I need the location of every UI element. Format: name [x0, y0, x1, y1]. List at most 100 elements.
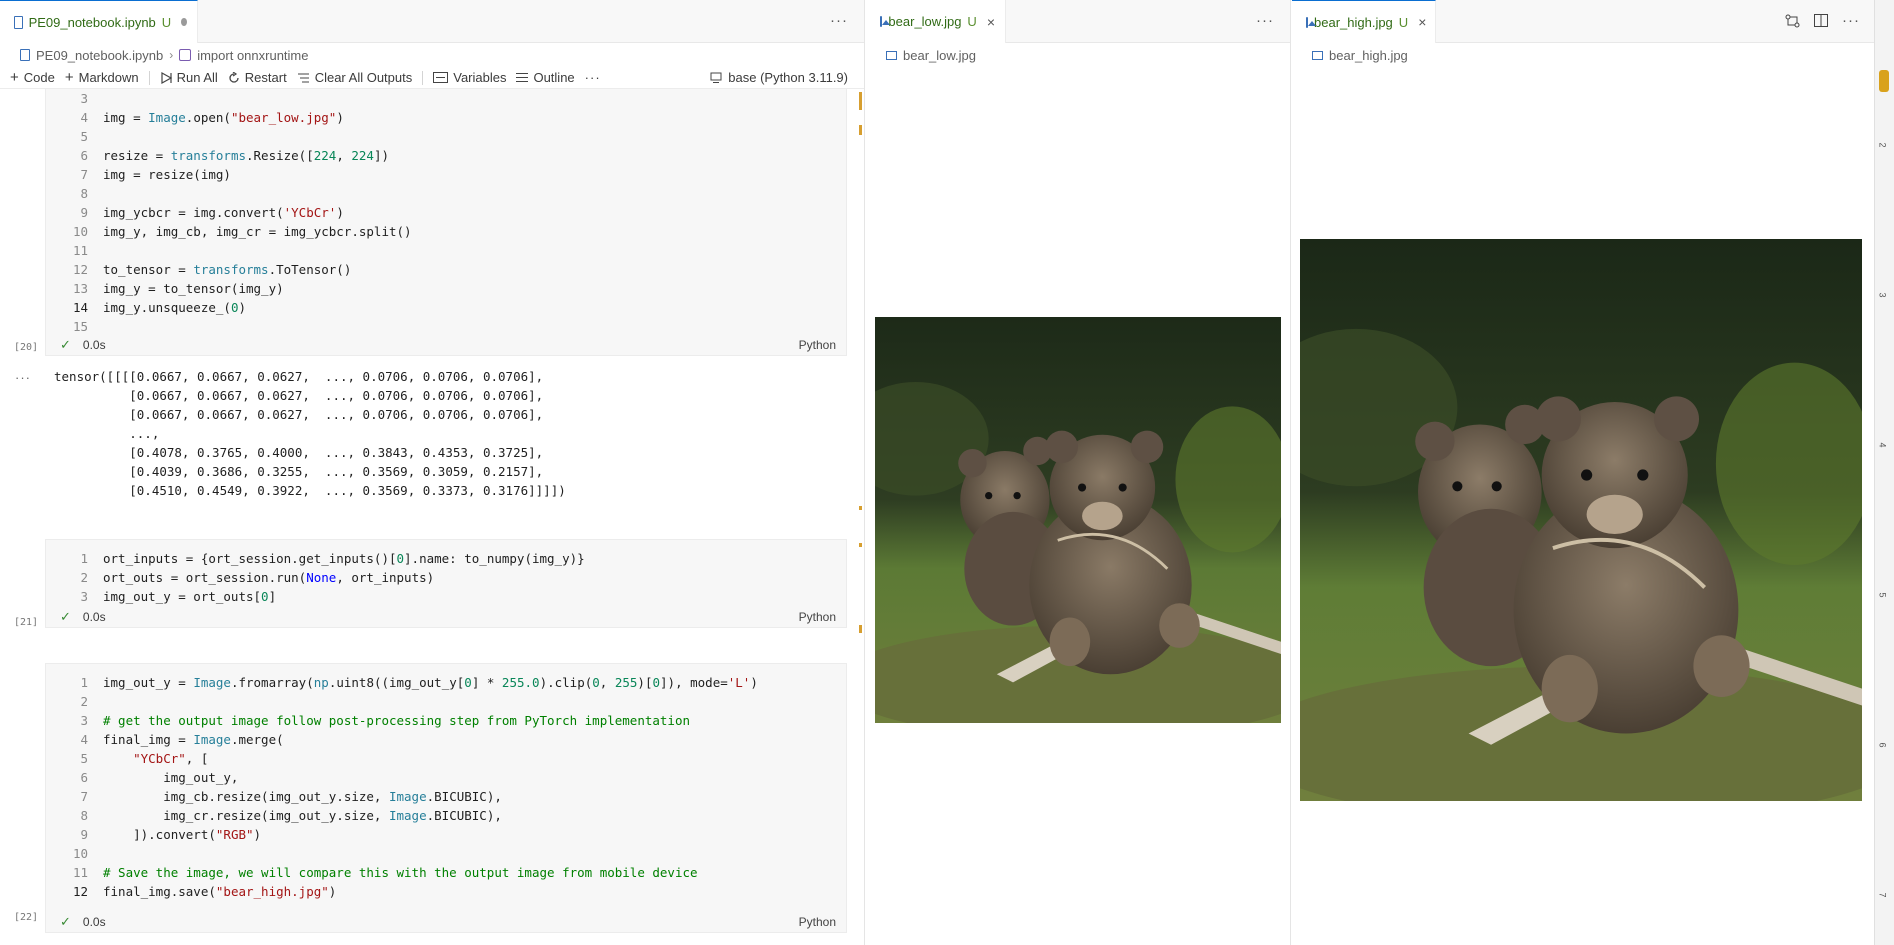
unsaved-dot-icon[interactable] — [181, 18, 187, 26]
code-line[interactable]: 7 img_cb.resize(img_out_y.size, Image.BI… — [46, 787, 846, 806]
code-line[interactable]: 5 — [46, 127, 846, 146]
tab-bear-high[interactable]: bear_high.jpg U × — [1292, 0, 1436, 43]
execution-count: [21] — [14, 617, 39, 628]
code-editor[interactable]: 3 4 img = Image.open("bear_low.jpg") 5 6 resi… — [46, 89, 846, 336]
output-line: tensor([[[[0.0667, 0.0667, 0.0627, ..., … — [54, 369, 544, 384]
variables-icon — [433, 72, 449, 83]
variables-button[interactable]: Variables — [433, 70, 506, 85]
vertical-scrollbar[interactable]: 2 3 4 5 6 7 — [1874, 0, 1894, 945]
ruler-mark — [859, 543, 862, 547]
code-editor[interactable]: 1 ort_inputs = {ort_session.get_inputs()[… — [46, 549, 846, 606]
line-number: 5 — [80, 751, 88, 766]
close-icon[interactable]: × — [1418, 14, 1426, 30]
code-line[interactable]: 11 — [46, 241, 846, 260]
code-line[interactable]: 11 # Save the image, we will compare this… — [46, 863, 846, 882]
code-line[interactable]: 4 img = Image.open("bear_low.jpg") — [46, 108, 846, 127]
code-line[interactable]: 7 img = resize(img) — [46, 165, 846, 184]
run-all-button[interactable]: Run All — [160, 70, 218, 85]
restart-button[interactable]: Restart — [228, 70, 287, 85]
code-line[interactable]: 3 img_out_y = ort_outs[0] — [46, 587, 846, 606]
line-number: 3 — [80, 589, 88, 604]
line-number: 12 — [72, 884, 88, 899]
code-line[interactable]: 4 final_img = Image.merge( — [46, 730, 846, 749]
code-line[interactable]: 3 # get the output image follow post-proc… — [46, 711, 846, 730]
code-line[interactable]: 3 — [46, 89, 846, 108]
modified-badge: U — [161, 14, 172, 30]
line-number: 1 — [80, 675, 88, 690]
line-code: ort_inputs = {ort_session.get_inputs()[0… — [103, 551, 585, 566]
cell-language[interactable]: Python — [799, 610, 836, 624]
cell-language[interactable]: Python — [799, 338, 836, 352]
code-line[interactable]: 2 ort_outs = ort_session.run(None, ort_in… — [46, 568, 846, 587]
toolbar-more-icon[interactable]: ··· — [585, 70, 601, 85]
scrollbar-thumb[interactable] — [1879, 70, 1889, 92]
toolbar-divider — [422, 70, 424, 85]
add-code-button[interactable]: + Code — [10, 69, 55, 86]
bear-high-image — [1300, 239, 1862, 801]
breadcrumb-file[interactable]: bear_low.jpg — [903, 48, 976, 63]
code-line[interactable]: 2 — [46, 692, 846, 711]
kernel-label: base (Python 3.11.9) — [728, 70, 848, 85]
ruler-label: 4 — [1877, 442, 1888, 448]
code-line[interactable]: 10 — [46, 844, 846, 863]
tab-bear-low[interactable]: bear_low.jpg U × — [866, 0, 1006, 43]
code-line[interactable]: 9 ]).convert("RGB") — [46, 825, 846, 844]
image-file-icon — [880, 16, 893, 27]
add-markdown-button[interactable]: + Markdown — [65, 69, 139, 86]
execution-count: [20] — [14, 342, 39, 353]
open-changes-icon[interactable] — [1785, 14, 1800, 28]
more-actions-icon[interactable]: ··· — [1842, 12, 1860, 29]
code-line[interactable]: 10 img_y, img_cb, img_cr = img_ycbcr.spli… — [46, 222, 846, 241]
line-number: 6 — [80, 770, 88, 785]
symbol-icon — [179, 49, 192, 61]
line-code: img_y = to_tensor(img_y) — [103, 281, 284, 296]
code-line[interactable]: 1 img_out_y = Image.fromarray(np.uint8((i… — [46, 673, 846, 692]
code-line[interactable]: 5 "YCbCr", [ — [46, 749, 846, 768]
outline-button[interactable]: Outline — [516, 70, 575, 85]
more-actions-icon[interactable]: ··· — [830, 12, 848, 29]
line-code: img_out_y = Image.fromarray(np.uint8((im… — [103, 675, 758, 690]
line-code: resize = transforms.Resize([224, 224]) — [103, 148, 390, 163]
code-cell-20[interactable]: 3 4 img = Image.open("bear_low.jpg") 5 6 resi… — [45, 88, 847, 356]
code-line[interactable]: 14 img_y.unsqueeze_(0) — [46, 298, 846, 317]
split-editor-icon[interactable] — [1814, 14, 1828, 27]
more-actions-icon[interactable]: ··· — [1256, 12, 1274, 29]
code-line[interactable]: 8 img_cr.resize(img_out_y.size, Image.BI… — [46, 806, 846, 825]
line-number: 4 — [80, 732, 88, 747]
low-tabbar: bear_low.jpg U × ··· — [866, 0, 1290, 43]
tab-bear-high-title: bear_high.jpg — [1314, 14, 1393, 30]
breadcrumb-file[interactable]: bear_high.jpg — [1329, 48, 1408, 63]
line-code: img_y, img_cb, img_cr = img_ycbcr.split(… — [103, 224, 412, 239]
code-cell-21[interactable]: 1 ort_inputs = {ort_session.get_inputs()[… — [45, 539, 847, 628]
code-editor[interactable]: 1 img_out_y = Image.fromarray(np.uint8((i… — [46, 673, 846, 901]
clear-outputs-button[interactable]: Clear All Outputs — [297, 70, 412, 85]
close-icon[interactable]: × — [987, 14, 995, 30]
code-line[interactable]: 1 ort_inputs = {ort_session.get_inputs()[… — [46, 549, 846, 568]
cell-language[interactable]: Python — [799, 915, 836, 929]
code-line[interactable]: 12 final_img.save("bear_high.jpg") — [46, 882, 846, 901]
line-number: 11 — [72, 865, 88, 880]
output-more-icon[interactable]: ··· — [15, 370, 31, 385]
tab-notebook[interactable]: PE09_notebook.ipynb U — [0, 0, 198, 43]
code-cell-22[interactable]: 1 img_out_y = Image.fromarray(np.uint8((i… — [45, 663, 847, 933]
breadcrumb-file[interactable]: PE09_notebook.ipynb — [36, 48, 163, 63]
modified-badge: U — [967, 14, 977, 29]
notebook-editor: PE09_notebook.ipynb U ··· PE09_notebook.… — [0, 0, 865, 945]
breadcrumb-symbol[interactable]: import onnxruntime — [197, 48, 308, 63]
code-line[interactable]: 6 img_out_y, — [46, 768, 846, 787]
line-code: # get the output image follow post-proce… — [103, 713, 690, 728]
cell-status-bar: ✓ 0.0s Python — [46, 912, 846, 932]
kernel-picker[interactable]: base (Python 3.11.9) — [710, 70, 848, 85]
code-line[interactable]: 6 resize = transforms.Resize([224, 224]) — [46, 146, 846, 165]
line-code: img = Image.open("bear_low.jpg") — [103, 110, 344, 125]
line-code: img_out_y = ort_outs[0] — [103, 589, 277, 604]
code-line[interactable]: 12 to_tensor = transforms.ToTensor() — [46, 260, 846, 279]
code-line[interactable]: 15 — [46, 317, 846, 336]
line-code: img_ycbcr = img.convert('YCbCr') — [103, 205, 344, 220]
execution-count: [22] — [14, 912, 39, 923]
ruler-label: 2 — [1877, 142, 1888, 148]
code-line[interactable]: 9 img_ycbcr = img.convert('YCbCr') — [46, 203, 846, 222]
success-check-icon: ✓ — [60, 609, 71, 624]
code-line[interactable]: 13 img_y = to_tensor(img_y) — [46, 279, 846, 298]
code-line[interactable]: 8 — [46, 184, 846, 203]
